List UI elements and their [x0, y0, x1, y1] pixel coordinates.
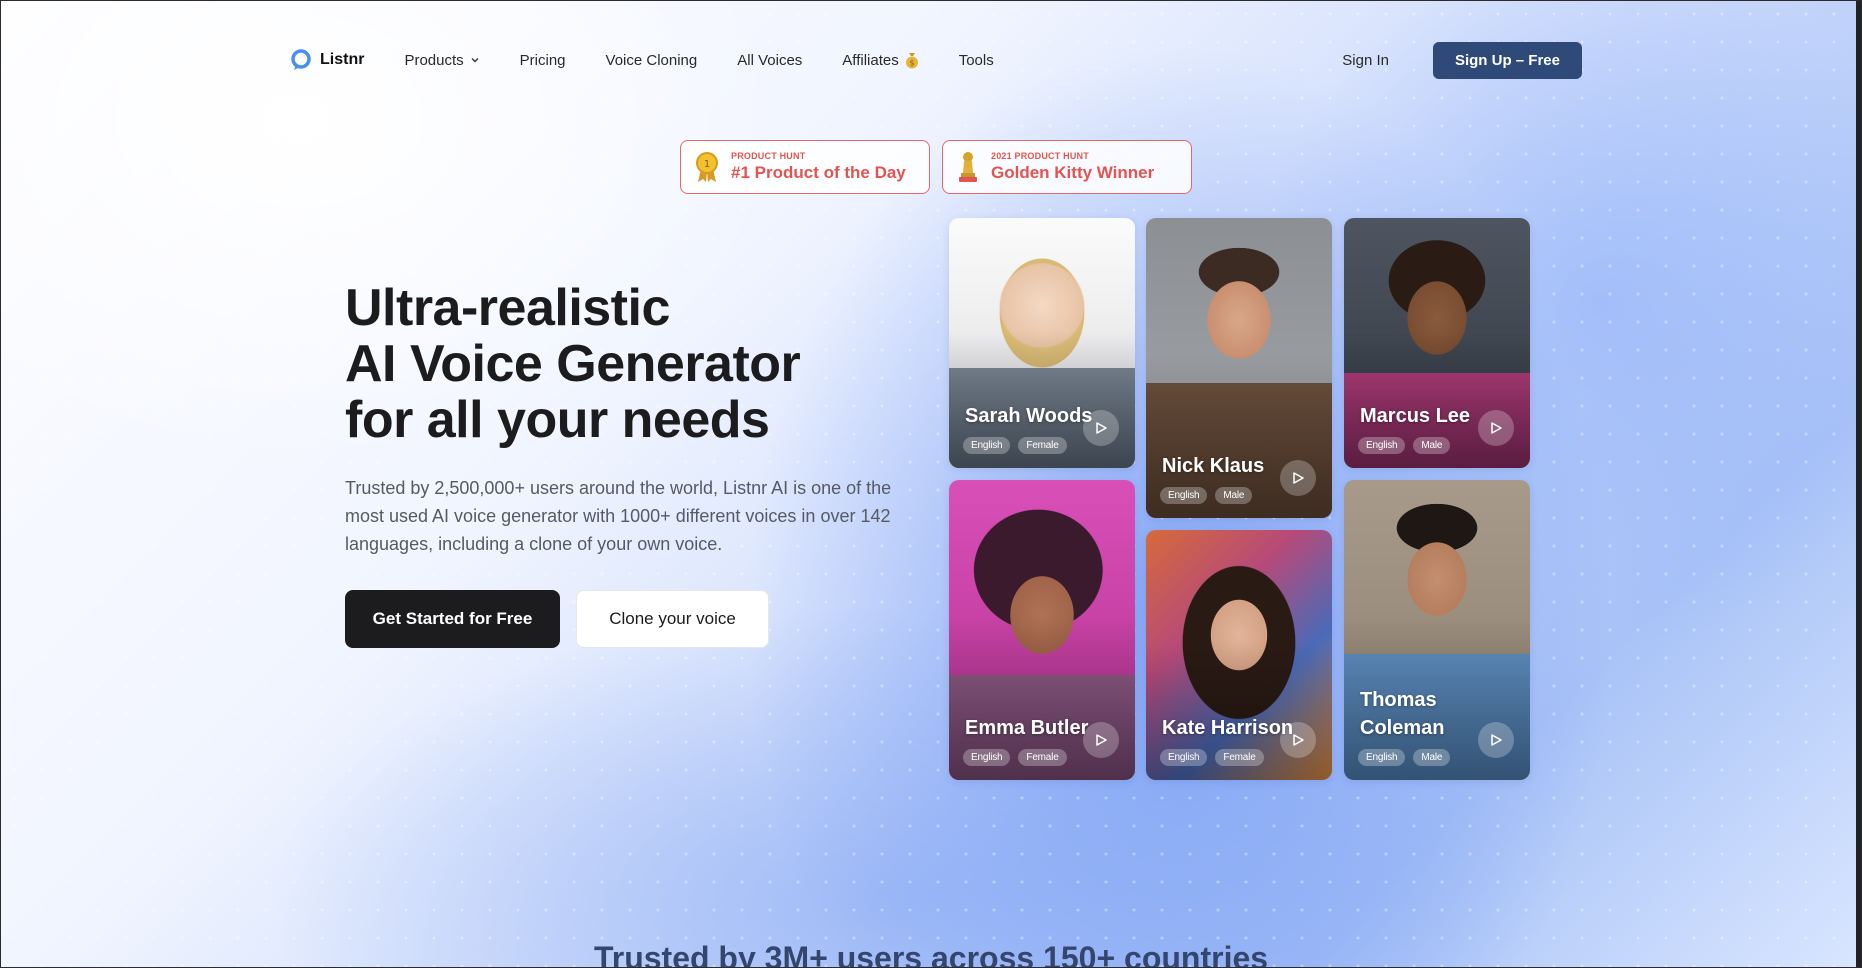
play-button[interactable] — [1083, 722, 1119, 758]
sign-in-link[interactable]: Sign In — [1342, 52, 1389, 69]
hero-title-line: Ultra-realistic — [345, 279, 670, 337]
nav-affiliates-label: Affiliates — [842, 51, 899, 69]
badge-title: #1 Product of the Day — [731, 163, 906, 182]
language-tag: English — [1160, 487, 1208, 504]
gender-tag: Male — [1413, 749, 1451, 766]
badge-text: PRODUCT HUNT #1 Product of the Day — [731, 151, 906, 183]
gender-tag: Female — [1215, 749, 1264, 766]
nav-products[interactable]: Products — [404, 52, 479, 69]
nav-actions: Sign In Sign Up – Free — [1342, 41, 1582, 79]
nav-tools[interactable]: Tools — [959, 52, 994, 69]
nav-pricing-label: Pricing — [519, 51, 566, 69]
svg-text:$: $ — [909, 59, 914, 68]
hero-title: Ultra-realistic AI Voice Generator for a… — [345, 279, 801, 449]
play-icon — [1096, 422, 1107, 434]
play-icon — [1293, 472, 1304, 484]
clone-voice-button[interactable]: Clone your voice — [576, 590, 769, 648]
cta-row: Get Started for Free Clone your voice — [345, 590, 769, 648]
hero-title-line: AI Voice Generator — [345, 335, 801, 393]
trusted-heading: Trusted by 3M+ users across 150+ countri… — [593, 940, 1269, 968]
hero-subtitle: Trusted by 2,500,000+ users around the w… — [345, 478, 892, 554]
golden-kitty-badge[interactable]: 2021 PRODUCT HUNT Golden Kitty Winner — [942, 140, 1192, 194]
badge-text: 2021 PRODUCT HUNT Golden Kitty Winner — [991, 151, 1154, 183]
nav-voice-cloning-label: Voice Cloning — [605, 51, 698, 69]
voice-card-emma-butler[interactable]: Emma Butler English Female — [949, 480, 1135, 780]
gender-tag: Female — [1018, 749, 1067, 766]
play-button[interactable] — [1280, 460, 1316, 496]
sign-up-button[interactable]: Sign Up – Free — [1432, 41, 1582, 79]
voice-tags: English Male — [1358, 437, 1451, 454]
get-started-button[interactable]: Get Started for Free — [345, 590, 560, 648]
trophy-icon — [959, 152, 977, 182]
top-navigation: Listnr Products Pricing Voice Cloning Al… — [290, 41, 1582, 79]
nav-links: Products Pricing Voice Cloning All Voice… — [404, 51, 994, 69]
medal-icon: 1 — [696, 152, 718, 182]
language-tag: English — [1160, 749, 1208, 766]
badge-kicker: PRODUCT HUNT — [731, 151, 806, 161]
nav-affiliates[interactable]: Affiliates $ — [842, 51, 918, 69]
play-button[interactable] — [1478, 410, 1514, 446]
voice-tags: English Male — [1160, 487, 1253, 504]
play-icon — [1491, 422, 1502, 434]
money-bag-icon: $ — [905, 53, 918, 69]
scrollbar[interactable] — [1856, 0, 1862, 968]
badge-title: Golden Kitty Winner — [991, 163, 1155, 182]
nav-all-voices-label: All Voices — [737, 51, 803, 69]
nav-products-label: Products — [404, 51, 464, 69]
voice-card-nick-klaus[interactable]: Nick Klaus English Male — [1146, 218, 1332, 518]
voice-tags: English Female — [963, 749, 1067, 766]
hero-title-line: for all your needs — [345, 391, 770, 449]
voice-tags: English Female — [963, 437, 1067, 454]
award-badges: 1 PRODUCT HUNT #1 Product of the Day 202… — [680, 140, 1192, 194]
play-icon — [1096, 734, 1107, 746]
voice-card-thomas-coleman[interactable]: Thomas Coleman English Male — [1344, 480, 1530, 780]
gender-tag: Male — [1215, 487, 1253, 504]
svg-text:1: 1 — [704, 159, 710, 170]
voice-card-marcus-lee[interactable]: Marcus Lee English Male — [1344, 218, 1530, 468]
language-tag: English — [1358, 749, 1406, 766]
listnr-logo-icon — [291, 49, 311, 70]
nav-pricing[interactable]: Pricing — [520, 52, 566, 69]
nav-all-voices[interactable]: All Voices — [737, 52, 802, 69]
chevron-down-icon — [471, 58, 479, 63]
nav-voice-cloning[interactable]: Voice Cloning — [606, 52, 698, 69]
play-button[interactable] — [1478, 722, 1514, 758]
badge-kicker: 2021 PRODUCT HUNT — [991, 151, 1089, 161]
voice-card-kate-harrison[interactable]: Kate Harrison English Female — [1146, 530, 1332, 780]
logo[interactable]: Listnr — [290, 49, 364, 71]
language-tag: English — [1358, 437, 1406, 454]
gender-tag: Female — [1018, 437, 1067, 454]
gender-tag: Male — [1413, 437, 1451, 454]
product-of-day-badge[interactable]: 1 PRODUCT HUNT #1 Product of the Day — [680, 140, 930, 194]
language-tag: English — [963, 437, 1011, 454]
nav-tools-label: Tools — [958, 51, 994, 69]
play-button[interactable] — [1280, 722, 1316, 758]
voice-card-sarah-woods[interactable]: Sarah Woods English Female — [949, 218, 1135, 468]
play-icon — [1491, 734, 1502, 746]
play-button[interactable] — [1083, 410, 1119, 446]
logo-text: Listnr — [320, 51, 365, 68]
voice-tags: English Male — [1358, 749, 1451, 766]
language-tag: English — [963, 749, 1011, 766]
voice-tags: English Female — [1160, 749, 1264, 766]
play-icon — [1293, 734, 1304, 746]
